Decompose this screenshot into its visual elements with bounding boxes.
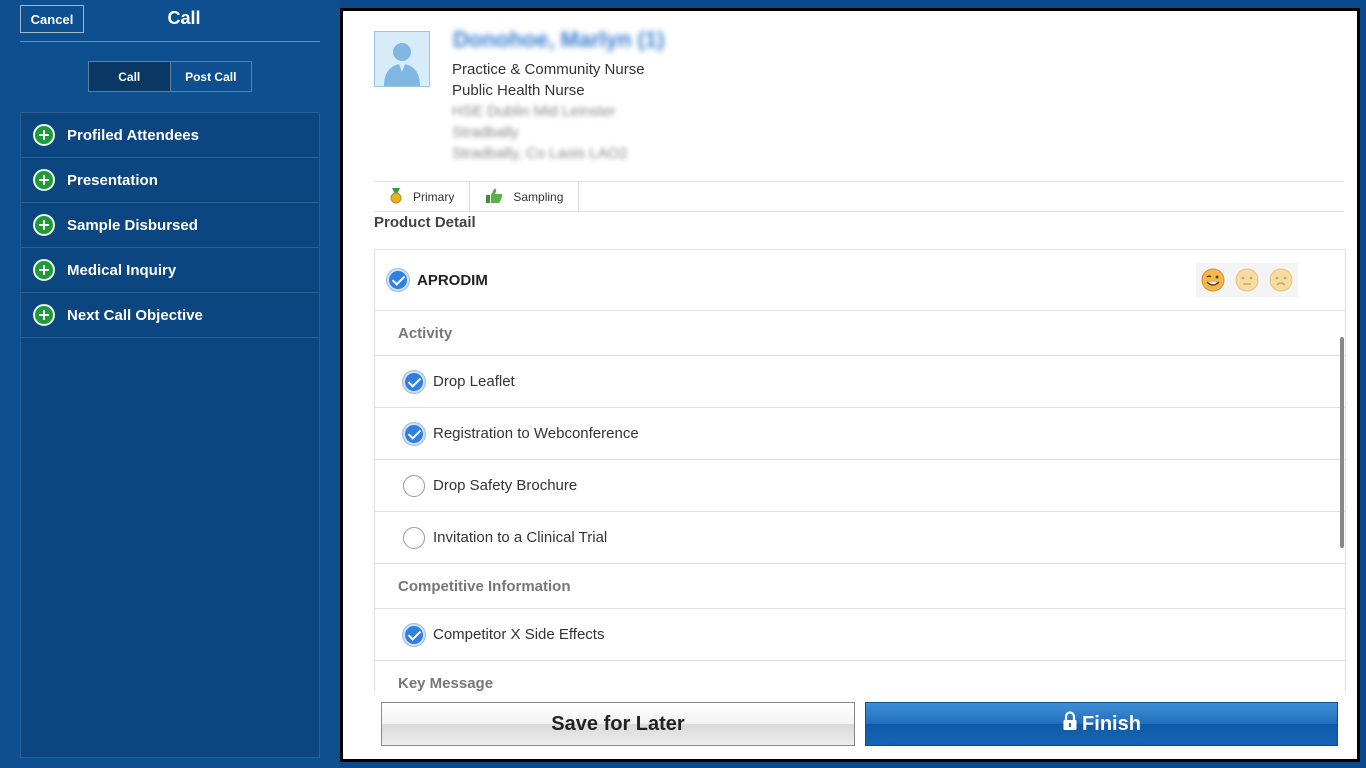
menu-item-medical-inquiry[interactable]: Medical Inquiry (21, 248, 319, 293)
activity-row[interactable]: Invitation to a Clinical Trial (375, 512, 1345, 564)
section-header-key-message: Key Message (375, 661, 1345, 692)
segment-call[interactable]: Call (89, 62, 171, 91)
page-title: Call (167, 8, 201, 28)
activity-label: Registration to Webconference (433, 425, 639, 442)
divider (374, 211, 1344, 212)
section-header-activity: Activity (375, 311, 1345, 356)
unchecked-radio[interactable] (403, 526, 425, 549)
activity-label: Invitation to a Clinical Trial (433, 529, 608, 546)
menu-item-label: Next Call Objective (67, 306, 203, 324)
product-detail-title: Product Detail (374, 214, 476, 231)
left-sidebar: Cancel Call Call Post Call Profiled Atte… (0, 0, 340, 768)
unchecked-radio[interactable] (403, 474, 425, 497)
main-panel: Donohoe, Marlyn (1) Practice & Community… (343, 11, 1357, 759)
finish-button[interactable]: Finish (865, 702, 1338, 746)
contact-name: Donohoe, Marlyn (1) (453, 27, 665, 52)
plus-circle-icon (33, 214, 55, 236)
call-segment-control: Call Post Call (88, 61, 252, 92)
person-icon (384, 43, 420, 86)
menu-item-sample-disbursed[interactable]: Sample Disbursed (21, 203, 319, 248)
avatar (374, 31, 430, 87)
activity-label: Drop Safety Brochure (433, 477, 578, 494)
happy-smiley-icon[interactable] (1201, 268, 1225, 292)
tab-primary[interactable]: Primary (374, 182, 471, 212)
product-row[interactable]: APRODIM (375, 250, 1345, 311)
activity-label: Drop Leaflet (433, 373, 515, 390)
product-name: APRODIM (417, 271, 488, 289)
plus-circle-icon (33, 169, 55, 191)
checked-icon[interactable] (403, 370, 425, 393)
medal-icon (389, 187, 403, 207)
menu-item-presentation[interactable]: Presentation (21, 158, 319, 203)
plus-circle-icon (33, 259, 55, 281)
tab-label: Sampling (513, 190, 564, 204)
main-panel-frame: Donohoe, Marlyn (1) Practice & Community… (340, 8, 1360, 762)
cancel-button[interactable]: Cancel (20, 5, 84, 33)
menu-item-label: Medical Inquiry (67, 261, 177, 279)
finish-label: Finish (1082, 712, 1141, 735)
plus-circle-icon (33, 304, 55, 326)
lock-icon (1062, 711, 1078, 737)
checked-icon[interactable] (387, 269, 409, 291)
contact-title-1: Practice & Community Nurse (452, 61, 645, 78)
checked-icon[interactable] (403, 623, 425, 646)
section-menu: Profiled Attendees Presentation Sample D… (20, 112, 320, 758)
divider (20, 41, 320, 42)
menu-item-profiled-attendees[interactable]: Profiled Attendees (21, 113, 319, 158)
contact-address-2: Stradbally (452, 124, 519, 141)
thumbs-up-icon (485, 188, 503, 207)
product-detail-list[interactable]: APRODIM Activity Drop Leaflet Registrati… (374, 249, 1346, 691)
neutral-smiley-icon[interactable] (1235, 268, 1259, 292)
save-for-later-button[interactable]: Save for Later (381, 702, 855, 746)
menu-item-label: Profiled Attendees (67, 126, 199, 144)
menu-item-label: Presentation (67, 171, 158, 189)
tab-label: Primary (413, 190, 455, 204)
contact-address-3: Stradbally, Co Laois LAO2 (452, 145, 628, 162)
tab-sampling[interactable]: Sampling (470, 182, 580, 212)
activity-label: Competitor X Side Effects (433, 626, 605, 643)
scrollbar[interactable] (1340, 337, 1344, 548)
contact-title-2: Public Health Nurse (452, 82, 585, 99)
activity-row[interactable]: Drop Safety Brochure (375, 460, 1345, 512)
activity-row[interactable]: Competitor X Side Effects (375, 609, 1345, 661)
menu-item-label: Sample Disbursed (67, 216, 198, 234)
contact-address-1: HSE Dublin Mid Leinster (452, 103, 616, 120)
section-header-competitive-information: Competitive Information (375, 564, 1345, 609)
checked-icon[interactable] (403, 422, 425, 445)
menu-item-next-call-objective[interactable]: Next Call Objective (21, 293, 319, 338)
badge-tabs: Primary Sampling (374, 182, 580, 212)
sentiment-selector (1196, 263, 1298, 297)
activity-row[interactable]: Registration to Webconference (375, 408, 1345, 460)
segment-post-call[interactable]: Post Call (171, 62, 252, 91)
sad-smiley-icon[interactable] (1269, 268, 1293, 292)
plus-circle-icon (33, 124, 55, 146)
activity-row[interactable]: Drop Leaflet (375, 356, 1345, 408)
